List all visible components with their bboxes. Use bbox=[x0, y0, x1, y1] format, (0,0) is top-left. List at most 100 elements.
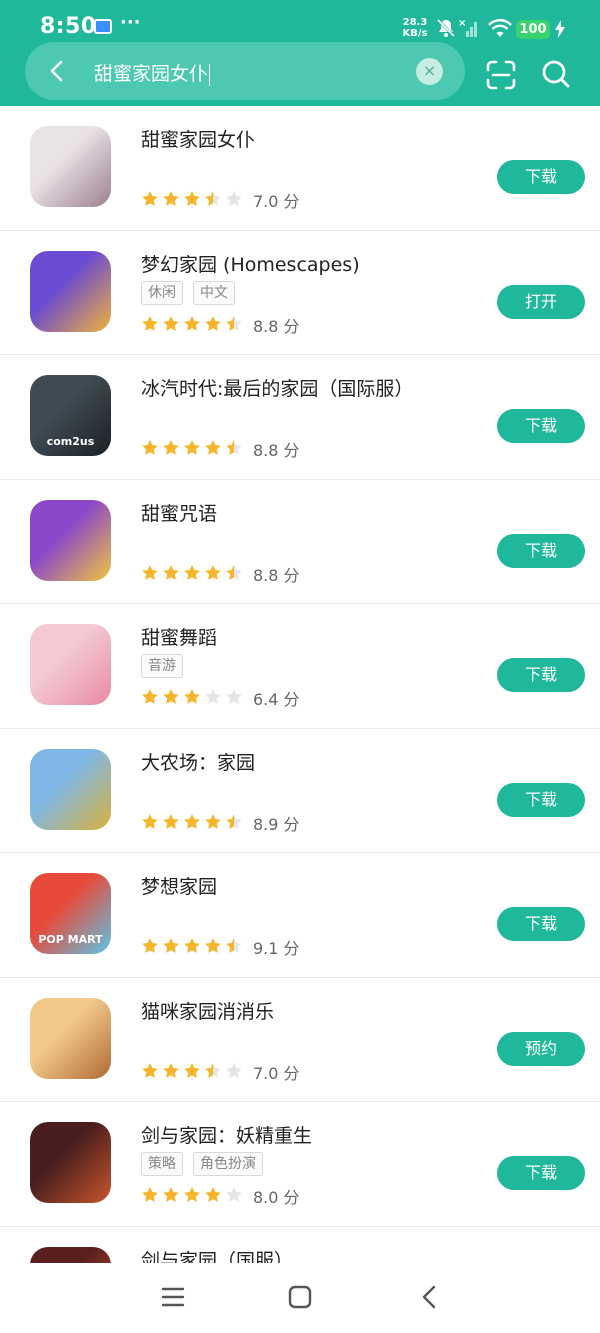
star-icon bbox=[184, 564, 200, 580]
star-icon bbox=[205, 564, 221, 580]
app-icon[interactable] bbox=[30, 499, 111, 581]
app-tag: 休闲 bbox=[141, 280, 183, 305]
star-icon bbox=[142, 315, 158, 331]
app-action-button[interactable]: 预约 bbox=[497, 1031, 585, 1066]
network-speed-value: 28.3 bbox=[402, 17, 428, 28]
scan-icon[interactable] bbox=[486, 60, 516, 90]
app-name[interactable]: 梦幻家园 (Homescapes) bbox=[141, 250, 360, 277]
star-icon bbox=[163, 315, 179, 331]
rating-stars bbox=[142, 440, 242, 455]
star-icon bbox=[226, 1062, 242, 1078]
star-icon bbox=[163, 938, 179, 953]
app-tags: 策略 角色扮演 bbox=[141, 1152, 273, 1176]
app-action-button[interactable]: 下载 bbox=[497, 1156, 585, 1190]
more-notifications-icon: ··· bbox=[120, 12, 141, 33]
star-icon bbox=[184, 1062, 200, 1078]
star-icon bbox=[205, 813, 221, 829]
app-action-button[interactable]: 下载 bbox=[497, 533, 585, 568]
star-icon bbox=[184, 1187, 200, 1202]
star-icon bbox=[163, 813, 179, 829]
app-list-item[interactable]: 甜蜜家园女仆 7.0 分 下载 bbox=[0, 106, 600, 231]
app-list-item[interactable]: POP MART 梦想家园 9.1 分 下载 bbox=[0, 853, 600, 978]
star-icon bbox=[226, 315, 242, 331]
status-bar: 8:50 ··· 28.3 KB/s × 100 bbox=[0, 0, 600, 42]
app-action-button[interactable]: 下载 bbox=[497, 782, 585, 817]
app-list-item[interactable]: 梦幻家园 (Homescapes) 休闲 中文 8.8 分 打开 bbox=[0, 231, 600, 355]
app-icon[interactable] bbox=[30, 624, 111, 705]
app-score: 6.4 分 bbox=[253, 690, 300, 709]
app-list-item[interactable]: 甜蜜舞蹈音游 6.4 分 下载 bbox=[0, 604, 600, 729]
star-icon bbox=[184, 440, 200, 455]
network-speed: 28.3 KB/s bbox=[400, 17, 430, 39]
back-arrow-icon[interactable] bbox=[45, 59, 69, 83]
star-icon bbox=[163, 564, 179, 580]
menu-icon[interactable] bbox=[161, 1285, 185, 1309]
app-name[interactable]: 猫咪家园消消乐 bbox=[141, 997, 274, 1024]
search-input[interactable]: 甜蜜家园女仆 bbox=[94, 59, 211, 86]
star-icon bbox=[142, 191, 158, 206]
star-icon bbox=[226, 191, 242, 206]
app-list-item[interactable]: com2us 冰汽时代:最后的家园（国际服） 8.8 分 下载 bbox=[0, 355, 600, 480]
search-query: 甜蜜家园女仆 bbox=[94, 63, 209, 85]
app-icon[interactable] bbox=[30, 126, 111, 207]
app-action-button[interactable]: 下载 bbox=[497, 160, 585, 194]
app-icon-label: com2us bbox=[46, 435, 95, 448]
app-icon-label: POP MART bbox=[38, 933, 103, 946]
app-tags: 休闲 中文 bbox=[141, 280, 245, 305]
back-icon[interactable] bbox=[418, 1285, 442, 1309]
app-icon[interactable]: POP MART bbox=[30, 873, 111, 954]
app-score: 9.1 分 bbox=[253, 939, 300, 958]
star-icon bbox=[226, 1187, 242, 1202]
app-name[interactable]: 梦想家园 bbox=[141, 872, 217, 899]
message-notification-icon bbox=[94, 19, 112, 34]
app-name[interactable]: 甜蜜舞蹈 bbox=[141, 623, 217, 650]
top-header: 8:50 ··· 28.3 KB/s × 100 甜蜜家园女仆 × bbox=[0, 0, 600, 106]
star-icon bbox=[205, 1062, 221, 1078]
search-icon[interactable] bbox=[541, 59, 571, 89]
star-icon bbox=[163, 440, 179, 455]
app-score: 8.9 分 bbox=[253, 814, 300, 834]
app-action-button[interactable]: 打开 bbox=[497, 284, 585, 319]
app-name[interactable]: 大农场：家园 bbox=[141, 748, 255, 775]
app-icon[interactable] bbox=[30, 250, 111, 332]
app-list-item[interactable]: 甜蜜咒语 8.8 分 下载 bbox=[0, 480, 600, 604]
star-icon bbox=[142, 1187, 158, 1202]
app-name[interactable]: 冰汽时代:最后的家园（国际服） bbox=[141, 374, 413, 401]
app-score: 7.0 分 bbox=[253, 192, 300, 211]
star-icon bbox=[205, 689, 221, 704]
app-tag: 音游 bbox=[141, 654, 183, 678]
star-icon bbox=[184, 813, 200, 829]
app-icon[interactable] bbox=[30, 997, 111, 1079]
app-icon[interactable] bbox=[30, 748, 111, 830]
home-icon[interactable] bbox=[288, 1285, 312, 1309]
app-name[interactable]: 甜蜜咒语 bbox=[141, 499, 217, 526]
star-icon bbox=[184, 191, 200, 206]
text-caret bbox=[209, 63, 211, 86]
app-action-button[interactable]: 下载 bbox=[497, 409, 585, 443]
star-icon bbox=[205, 315, 221, 331]
clear-icon[interactable]: × bbox=[416, 58, 443, 85]
app-action-button[interactable]: 下载 bbox=[497, 907, 585, 941]
app-tag: 策略 bbox=[141, 1152, 183, 1176]
app-score: 8.8 分 bbox=[253, 441, 300, 460]
star-icon bbox=[226, 440, 242, 455]
rating-stars bbox=[142, 689, 242, 704]
star-icon bbox=[163, 1062, 179, 1078]
star-icon bbox=[205, 938, 221, 953]
star-icon bbox=[142, 689, 158, 704]
app-list-item[interactable]: 猫咪家园消消乐 7.0 分 预约 bbox=[0, 978, 600, 1102]
app-name[interactable]: 剑与家园：妖精重生 bbox=[141, 1121, 312, 1148]
star-icon bbox=[205, 440, 221, 455]
app-action-button[interactable]: 下载 bbox=[497, 658, 585, 692]
app-icon[interactable] bbox=[30, 1122, 111, 1203]
app-list-item[interactable]: 剑与家园：妖精重生 策略 角色扮演 8.0 分 下载 bbox=[0, 1102, 600, 1227]
app-list-item[interactable]: 大农场：家园 8.9 分 下载 bbox=[0, 729, 600, 853]
app-tag: 中文 bbox=[193, 280, 235, 305]
status-time: 8:50 bbox=[40, 14, 97, 39]
star-icon bbox=[142, 813, 158, 829]
app-tags: 音游 bbox=[141, 654, 193, 678]
app-icon[interactable]: com2us bbox=[30, 375, 111, 456]
star-icon bbox=[142, 440, 158, 455]
search-box[interactable]: 甜蜜家园女仆 × bbox=[25, 42, 465, 100]
app-name[interactable]: 甜蜜家园女仆 bbox=[141, 125, 255, 152]
